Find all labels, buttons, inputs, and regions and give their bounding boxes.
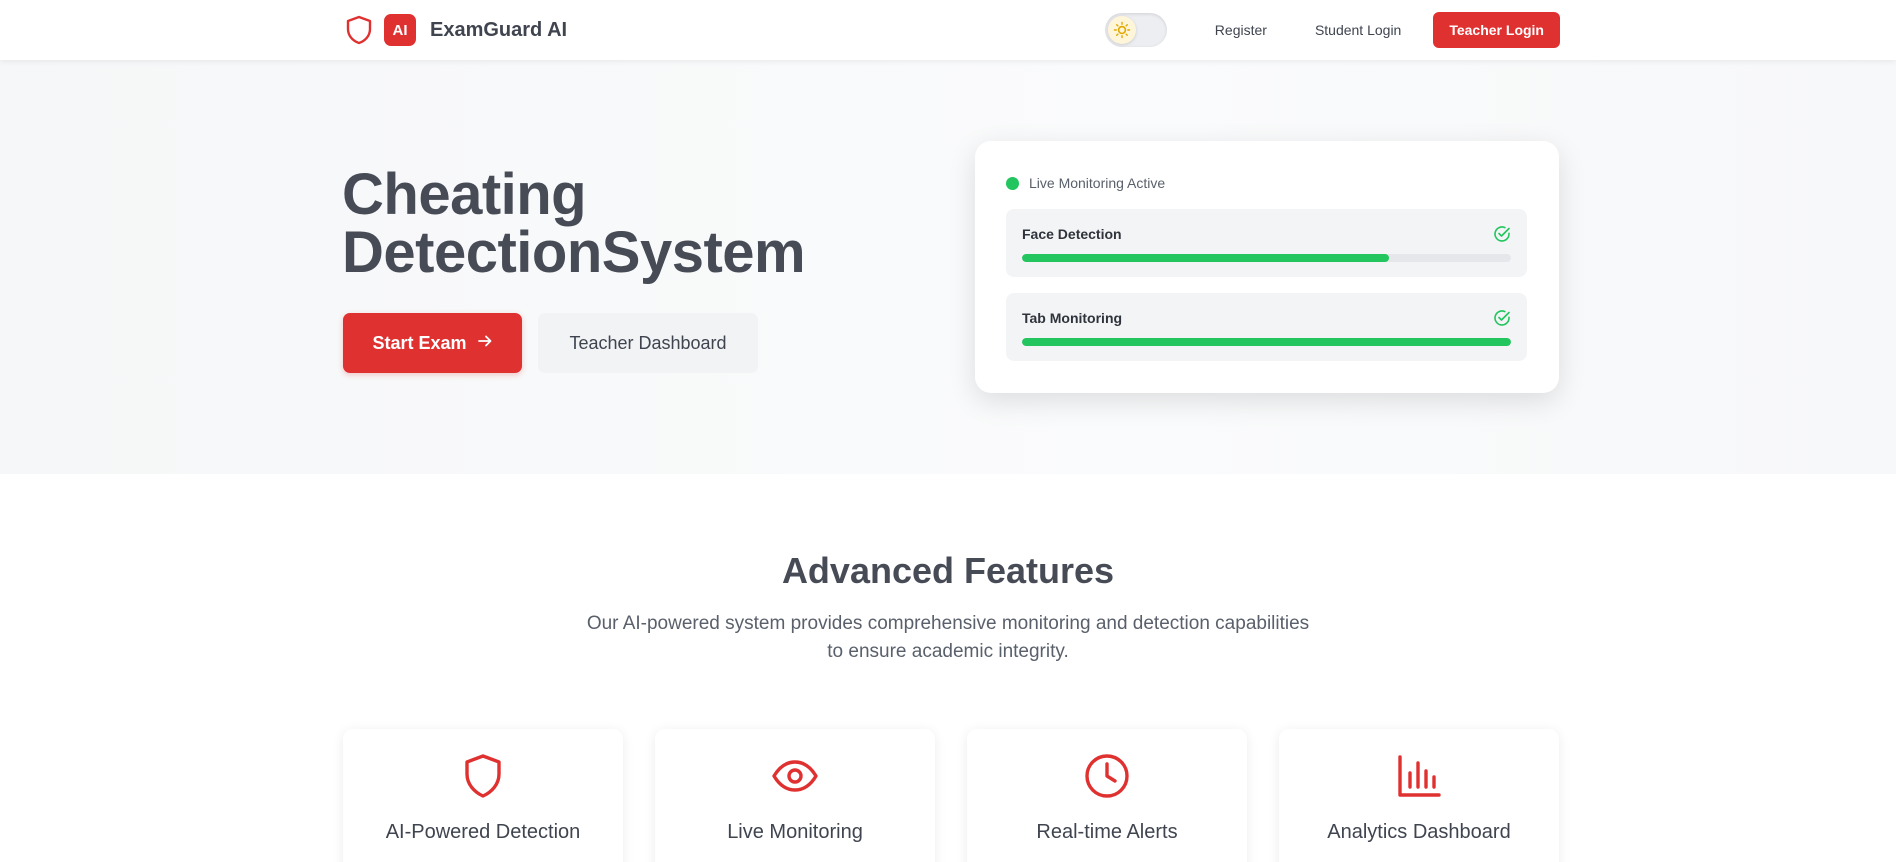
features-description: Our AI-powered system provides comprehen… — [548, 610, 1348, 666]
live-status: Live Monitoring Active — [1006, 175, 1165, 191]
feature-title: Live Monitoring — [727, 821, 863, 843]
hero-title-line-2: DetectionSystem — [342, 220, 806, 285]
register-link[interactable]: Register — [1191, 11, 1291, 49]
feature-title: Analytics Dashboard — [1327, 821, 1511, 843]
progress-fill — [1022, 254, 1389, 262]
metric-label: Tab Monitoring — [1022, 310, 1123, 326]
hero-section: Cheating DetectionSystem Start Exam Teac… — [0, 60, 1896, 474]
live-status-text: Live Monitoring Active — [1029, 175, 1166, 191]
features-description-line-2: to ensure academic integrity. — [827, 641, 1069, 662]
clock-icon — [967, 753, 1247, 801]
sun-icon — [1107, 16, 1136, 44]
arrow-right-icon — [477, 333, 493, 354]
feature-card-realtime-alerts: Real-time Alerts — [967, 729, 1247, 862]
metric-label: Face Detection — [1022, 226, 1122, 242]
metric-tab-monitoring: Tab Monitoring — [1006, 293, 1527, 361]
start-exam-button[interactable]: Start Exam — [343, 313, 522, 373]
monitoring-card: Live Monitoring Active Face Detection Ta… — [975, 141, 1559, 393]
feature-card-ai-detection: AI-Powered Detection — [343, 729, 623, 862]
start-exam-label: Start Exam — [372, 332, 467, 353]
navbar: AI ExamGuard AI Register Student Login T… — [0, 0, 1896, 60]
metric-face-detection: Face Detection — [1006, 209, 1527, 277]
brand-logo[interactable]: AI ExamGuard AI — [344, 13, 567, 47]
bar-chart-icon — [1279, 753, 1559, 801]
check-circle-icon — [1493, 225, 1511, 243]
shield-icon — [343, 753, 623, 801]
teacher-dashboard-button[interactable]: Teacher Dashboard — [538, 313, 758, 373]
eye-icon — [655, 753, 935, 801]
teacher-login-button[interactable]: Teacher Login — [1433, 12, 1560, 48]
hero-title-line-1: Cheating — [342, 162, 587, 227]
progress-fill — [1022, 338, 1511, 346]
feature-card-analytics-dashboard: Analytics Dashboard — [1279, 729, 1559, 862]
feature-card-live-monitoring: Live Monitoring — [655, 729, 935, 862]
nav-actions: Register Student Login Teacher Login — [1104, 11, 1560, 49]
progress-track — [1022, 338, 1511, 346]
shield-icon — [344, 14, 374, 46]
student-login-link[interactable]: Student Login — [1291, 11, 1425, 49]
theme-toggle[interactable] — [1104, 13, 1167, 47]
brand-badge: AI — [384, 14, 416, 46]
check-circle-icon — [1493, 309, 1511, 327]
features-description-line-1: Our AI-powered system provides comprehen… — [586, 613, 1310, 634]
brand-name: ExamGuard AI — [430, 18, 568, 41]
feature-title: Real-time Alerts — [1036, 821, 1178, 843]
feature-title: AI-Powered Detection — [385, 821, 581, 843]
features-title: Advanced Features — [781, 550, 1115, 591]
status-dot — [1006, 176, 1019, 190]
progress-track — [1022, 254, 1511, 262]
hero-title: Cheating DetectionSystem — [342, 162, 806, 285]
